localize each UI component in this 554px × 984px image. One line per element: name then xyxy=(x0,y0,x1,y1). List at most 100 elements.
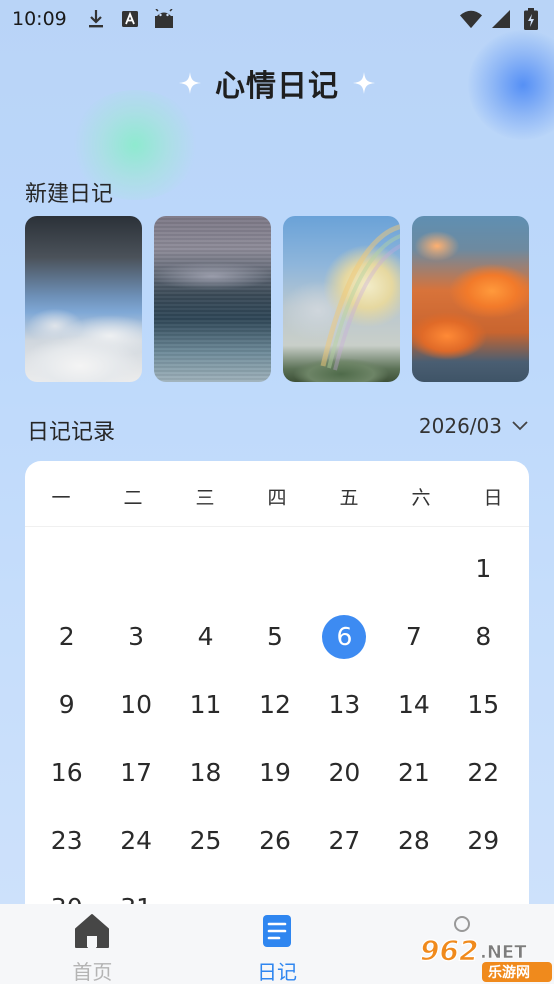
calendar-days-grid: 1 2 3 4 5 6 7 8 9 10 11 12 13 14 15 16 17 18 19 20 21 22 23 24 2… xyxy=(32,535,518,942)
calendar-day-number: 11 xyxy=(189,689,222,719)
svg-text:乐游网: 乐游网 xyxy=(488,964,530,981)
calendar-weekday-header: 一 二 三 四 五 六 日 xyxy=(25,461,529,527)
new-diary-cards xyxy=(25,216,529,382)
signal-icon xyxy=(490,8,512,30)
calendar-empty-cell xyxy=(101,535,170,603)
calendar-day-number: 12 xyxy=(259,689,291,719)
calendar-day-number: 22 xyxy=(467,757,500,787)
calendar-day-number: 25 xyxy=(189,825,222,855)
calendar-day[interactable]: 12 xyxy=(240,671,309,739)
calendar-day-number: 3 xyxy=(128,622,145,652)
calendar-day[interactable]: 17 xyxy=(101,738,170,806)
weekday-label: 日 xyxy=(483,487,503,509)
new-diary-label: 新建日记 xyxy=(25,182,114,207)
month-picker-value: 2026/03 xyxy=(418,414,502,438)
sparkle-icon xyxy=(179,72,201,94)
calendar-day-number: 7 xyxy=(405,622,422,652)
calendar-day[interactable]: 20 xyxy=(310,738,379,806)
calendar-day-number xyxy=(322,547,366,591)
rainbow-icon xyxy=(320,224,400,371)
calendar-day-number: 9 xyxy=(58,689,75,719)
calendar-day[interactable]: 4 xyxy=(171,603,240,671)
calendar-day[interactable]: 25 xyxy=(171,806,240,874)
diary-card-rainbow-clouds[interactable] xyxy=(283,216,400,382)
calendar-day[interactable]: 23 xyxy=(32,806,101,874)
calendar-day[interactable]: 7 xyxy=(379,603,448,671)
calendar-day-number: 2 xyxy=(58,622,75,652)
a-box-icon xyxy=(119,8,141,30)
home-icon xyxy=(73,912,111,950)
calendar-day-number: 18 xyxy=(189,757,222,787)
calendar-day-number: 26 xyxy=(259,825,291,855)
calendar-day[interactable]: 28 xyxy=(379,806,448,874)
calendar-day[interactable]: 14 xyxy=(379,671,448,739)
calendar-day-number: 1 xyxy=(475,554,492,584)
calendar-day[interactable]: 9 xyxy=(32,671,101,739)
calendar-day[interactable]: 29 xyxy=(449,806,518,874)
calendar-day-number: 21 xyxy=(397,757,430,787)
calendar-day[interactable]: 1 xyxy=(449,535,518,603)
calendar-day[interactable]: 13 xyxy=(310,671,379,739)
calendar-day[interactable]: 5 xyxy=(240,603,309,671)
nav-label-home: 首页 xyxy=(72,960,113,984)
page-header: 心情日记 xyxy=(0,62,554,104)
calendar-day-number xyxy=(253,547,297,591)
battery-icon xyxy=(520,8,542,30)
calendar-empty-cell xyxy=(240,535,309,603)
calendar-day[interactable]: 26 xyxy=(240,806,309,874)
weekday-label: 四 xyxy=(267,487,287,509)
calendar-day-number xyxy=(392,547,436,591)
calendar-day-number: 6 xyxy=(322,614,367,659)
calendar-day[interactable]: 18 xyxy=(171,738,240,806)
calendar-day[interactable]: 15 xyxy=(449,671,518,739)
calendar-day-number: 10 xyxy=(120,689,153,719)
calendar-day[interactable]: 27 xyxy=(310,806,379,874)
download-icon xyxy=(85,8,107,30)
calendar-empty-cell xyxy=(310,535,379,603)
weekday-label: 三 xyxy=(195,487,215,509)
watermark-logo: 962 .NET 乐游网 xyxy=(418,932,554,984)
chevron-down-icon xyxy=(512,421,528,431)
calendar-day[interactable]: 8 xyxy=(449,603,518,671)
calendar-day[interactable]: 10 xyxy=(101,671,170,739)
android-icon xyxy=(153,8,175,30)
calendar-day[interactable]: 6 xyxy=(310,603,379,671)
calendar-empty-cell xyxy=(171,535,240,603)
calendar-day[interactable]: 3 xyxy=(101,603,170,671)
calendar-day[interactable]: 16 xyxy=(32,738,101,806)
calendar-day-number: 28 xyxy=(397,825,430,855)
calendar-day-number: 17 xyxy=(120,757,153,787)
diary-icon xyxy=(258,912,296,950)
nav-item-diary[interactable]: 日记 xyxy=(185,904,370,984)
diary-card-rain-on-glass[interactable] xyxy=(154,216,271,382)
calendar-empty-cell xyxy=(32,535,101,603)
calendar-day-number: 24 xyxy=(120,825,153,855)
calendar-day-number: 5 xyxy=(267,622,283,652)
calendar-day-number: 13 xyxy=(328,689,361,719)
calendar-day-number: 15 xyxy=(467,689,500,719)
calendar-day[interactable]: 24 xyxy=(101,806,170,874)
calendar-day-number: 29 xyxy=(467,825,500,855)
calendar-day-number: 14 xyxy=(397,689,430,719)
calendar-day-number: 16 xyxy=(50,757,83,787)
diary-card-dark-storm-clouds[interactable] xyxy=(25,216,142,382)
calendar-day-number: 4 xyxy=(197,622,214,652)
calendar-day[interactable]: 19 xyxy=(240,738,309,806)
nav-label-diary: 日记 xyxy=(256,960,297,984)
calendar-empty-cell xyxy=(379,535,448,603)
calendar-day[interactable]: 21 xyxy=(379,738,448,806)
calendar-day[interactable]: 22 xyxy=(449,738,518,806)
calendar-day[interactable]: 11 xyxy=(171,671,240,739)
svg-text:962: 962 xyxy=(420,934,478,967)
calendar-day-number xyxy=(45,547,89,591)
month-picker[interactable]: 2026/03 xyxy=(419,414,528,438)
calendar-day-number xyxy=(184,547,228,591)
nav-item-home[interactable]: 首页 xyxy=(0,904,185,984)
weekday-label: 一 xyxy=(51,487,71,509)
status-notification-icons xyxy=(85,8,175,30)
calendar-day[interactable]: 2 xyxy=(32,603,101,671)
calendar-day-number: 27 xyxy=(328,825,361,855)
status-system-icons xyxy=(460,8,542,30)
status-bar: 10:09 xyxy=(0,0,554,38)
diary-card-sunset-clouds[interactable] xyxy=(412,216,529,382)
